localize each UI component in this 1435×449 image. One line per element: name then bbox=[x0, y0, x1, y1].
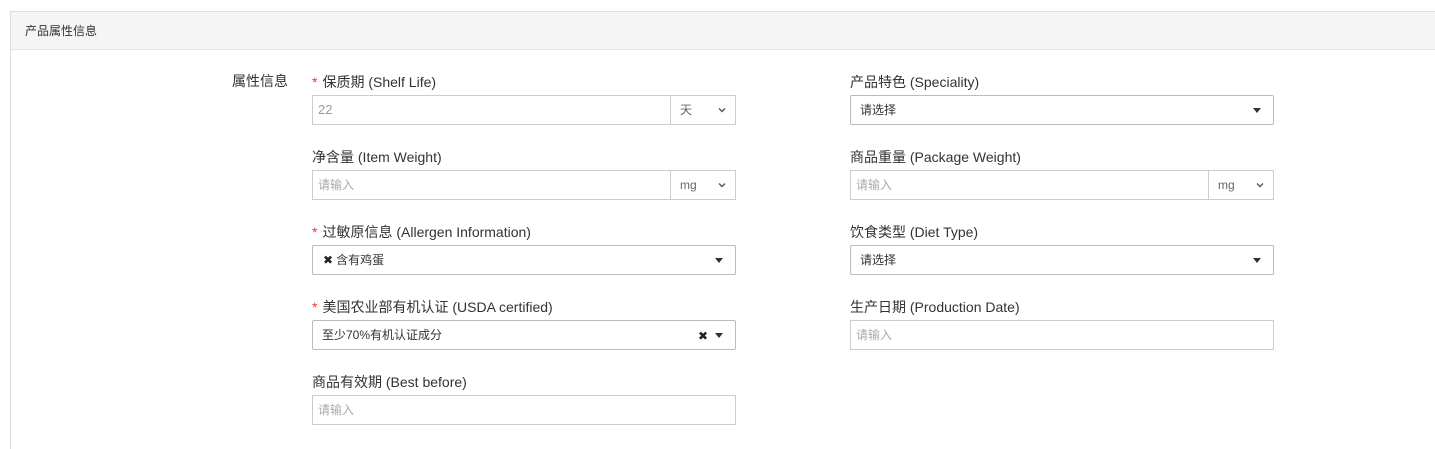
diet-type-select[interactable]: 请选择 bbox=[850, 245, 1274, 275]
item-weight-input[interactable]: 请输入 bbox=[312, 170, 671, 200]
speciality-label: 产品特色 (Speciality) bbox=[850, 74, 980, 90]
item-weight-label: 净含量 (Item Weight) bbox=[312, 149, 442, 165]
caret-down-icon bbox=[1253, 258, 1261, 263]
panel-title: 产品属性信息 bbox=[11, 12, 1435, 50]
required-marker: * bbox=[312, 224, 318, 240]
usda-value: 至少70%有机认证成分 bbox=[322, 328, 443, 342]
section-label: 属性信息 bbox=[232, 73, 288, 89]
product-attributes-panel: 产品属性信息 bbox=[10, 11, 1435, 449]
package-weight-unit-value: mg bbox=[1218, 178, 1235, 192]
chevron-down-icon bbox=[718, 183, 726, 188]
caret-down-icon bbox=[715, 258, 723, 263]
chevron-down-icon bbox=[718, 108, 726, 113]
production-date-input[interactable]: 请输入 bbox=[850, 320, 1274, 350]
package-weight-label: 商品重量 (Package Weight) bbox=[850, 149, 1021, 165]
allergen-label: * 过敏原信息 (Allergen Information) bbox=[312, 222, 531, 242]
shelf-life-input[interactable]: 22 bbox=[312, 95, 671, 125]
item-weight-unit-select[interactable]: mg bbox=[670, 170, 736, 200]
shelf-life-unit-select[interactable]: 天 bbox=[670, 95, 736, 125]
tag-remove-icon[interactable]: ✖ bbox=[323, 253, 333, 267]
item-weight-unit-value: mg bbox=[680, 178, 697, 192]
clear-icon[interactable]: ✖ bbox=[698, 329, 708, 343]
required-marker: * bbox=[312, 299, 318, 315]
diet-type-value: 请选择 bbox=[860, 253, 897, 267]
allergen-label-text: 过敏原信息 (Allergen Information) bbox=[322, 224, 531, 240]
speciality-select[interactable]: 请选择 bbox=[850, 95, 1274, 125]
shelf-life-label-text: 保质期 (Shelf Life) bbox=[322, 74, 437, 90]
production-date-label: 生产日期 (Production Date) bbox=[850, 299, 1020, 315]
best-before-label: 商品有效期 (Best before) bbox=[312, 374, 467, 390]
shelf-life-label: * 保质期 (Shelf Life) bbox=[312, 72, 436, 92]
usda-select[interactable]: 至少70%有机认证成分 ✖ bbox=[312, 320, 736, 350]
chevron-down-icon bbox=[1256, 183, 1264, 188]
usda-label-text: 美国农业部有机认证 (USDA certified) bbox=[322, 299, 553, 315]
required-marker: * bbox=[312, 74, 318, 90]
package-weight-input[interactable]: 请输入 bbox=[850, 170, 1209, 200]
caret-down-icon bbox=[715, 333, 723, 338]
diet-type-label: 饮食类型 (Diet Type) bbox=[850, 224, 979, 240]
allergen-tag-label: 含有鸡蛋 bbox=[336, 253, 385, 267]
usda-label: * 美国农业部有机认证 (USDA certified) bbox=[312, 297, 553, 317]
shelf-life-unit-value: 天 bbox=[680, 103, 693, 117]
allergen-multiselect[interactable]: ✖ 含有鸡蛋 bbox=[312, 245, 736, 275]
best-before-input[interactable]: 请输入 bbox=[312, 395, 736, 425]
allergen-tag: ✖ 含有鸡蛋 bbox=[322, 252, 384, 268]
package-weight-unit-select[interactable]: mg bbox=[1208, 170, 1274, 200]
caret-down-icon bbox=[1253, 108, 1261, 113]
speciality-value: 请选择 bbox=[860, 103, 897, 117]
